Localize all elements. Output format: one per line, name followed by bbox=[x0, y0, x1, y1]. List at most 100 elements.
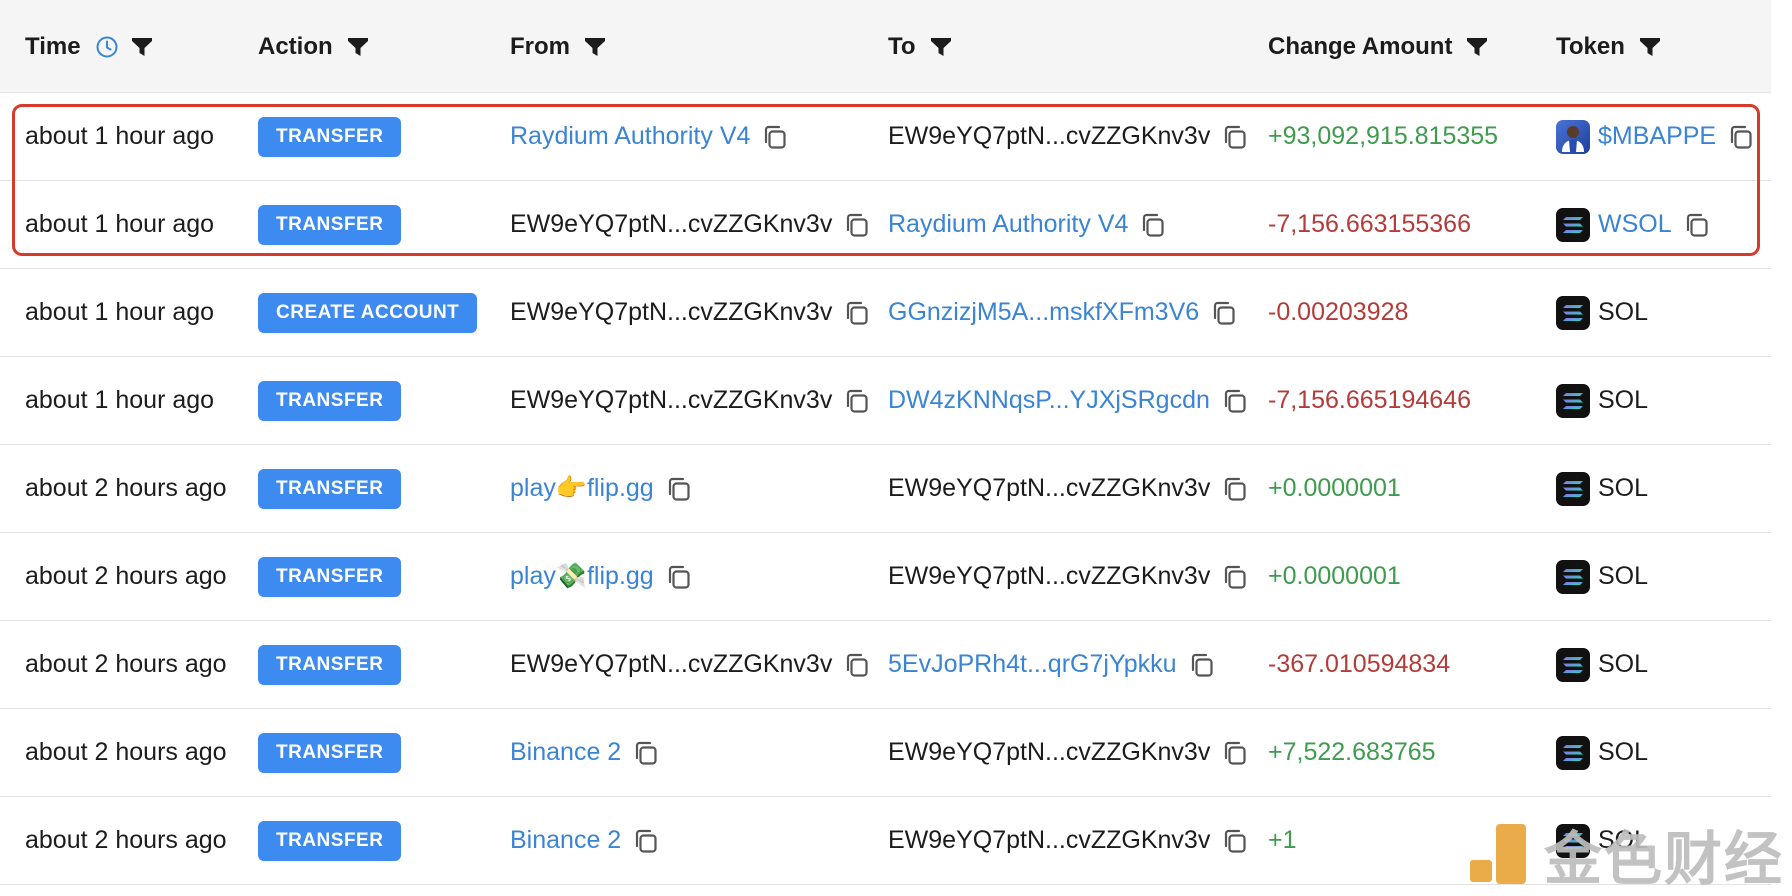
solana-icon bbox=[1556, 295, 1590, 330]
filter-icon[interactable] bbox=[1466, 36, 1488, 58]
from-cell: Binance 2 bbox=[510, 797, 659, 884]
copy-icon[interactable] bbox=[844, 300, 870, 326]
action-badge[interactable]: TRANSFER bbox=[258, 732, 402, 773]
amount-cell: +7,522.683765 bbox=[1268, 709, 1436, 796]
table-row: about 2 hours ago TRANSFER EW9eYQ7ptN...cv… bbox=[0, 621, 1771, 709]
header-time: Time bbox=[25, 32, 165, 62]
action-badge[interactable]: TRANSFER bbox=[258, 644, 402, 685]
amount-cell: -0.00203928 bbox=[1268, 269, 1408, 356]
filter-icon[interactable] bbox=[930, 36, 952, 58]
filter-icon[interactable] bbox=[131, 36, 153, 58]
table-row: about 2 hours ago TRANSFER Binance 2 EW9eYQ… bbox=[0, 709, 1771, 797]
header-time-label: Time bbox=[25, 33, 81, 60]
copy-icon[interactable] bbox=[633, 828, 659, 854]
copy-icon[interactable] bbox=[1222, 564, 1248, 590]
copy-icon[interactable] bbox=[1222, 828, 1248, 854]
copy-icon[interactable] bbox=[844, 388, 870, 414]
from-address[interactable]: play👉flip.gg bbox=[510, 474, 654, 503]
action-badge[interactable]: TRANSFER bbox=[258, 380, 402, 421]
copy-icon[interactable] bbox=[1222, 476, 1248, 502]
action-badge[interactable]: CREATE ACCOUNT bbox=[258, 292, 478, 333]
header-from-label: From bbox=[510, 33, 570, 60]
action-badge[interactable]: TRANSFER bbox=[258, 468, 402, 509]
to-address: EW9eYQ7ptN...cvZZGKnv3v bbox=[888, 562, 1211, 590]
time-text: about 2 hours ago bbox=[25, 562, 227, 590]
filter-icon[interactable] bbox=[1639, 36, 1661, 58]
time-text: about 2 hours ago bbox=[25, 474, 227, 502]
to-address[interactable]: DW4zKNNqsP...YJXjSRgcdn bbox=[888, 386, 1210, 415]
change-amount: -7,156.665194646 bbox=[1268, 386, 1471, 414]
action-badge[interactable]: TRANSFER bbox=[258, 556, 402, 597]
token-name: SOL bbox=[1598, 474, 1649, 502]
time-cell: about 2 hours ago bbox=[25, 533, 227, 620]
action-cell: CREATE ACCOUNT bbox=[258, 269, 478, 356]
token-cell: SOL bbox=[1556, 533, 1648, 620]
watermark-logo-icon bbox=[1470, 824, 1526, 884]
token-name: SOL bbox=[1598, 386, 1649, 414]
copy-icon[interactable] bbox=[633, 740, 659, 766]
from-cell: EW9eYQ7ptN...cvZZGKnv3v bbox=[510, 357, 870, 444]
token-cell: SOL bbox=[1556, 709, 1648, 796]
time-text: about 2 hours ago bbox=[25, 826, 227, 854]
header-to: To bbox=[888, 32, 964, 62]
to-cell: DW4zKNNqsP...YJXjSRgcdn bbox=[888, 357, 1248, 444]
header-from: From bbox=[510, 32, 618, 62]
amount-cell: +1 bbox=[1268, 797, 1297, 884]
time-text: about 2 hours ago bbox=[25, 738, 227, 766]
to-cell: EW9eYQ7ptN...cvZZGKnv3v bbox=[888, 797, 1248, 884]
table-row: about 2 hours ago TRANSFER play👉flip.gg EW9… bbox=[0, 445, 1771, 533]
copy-icon[interactable] bbox=[1222, 740, 1248, 766]
to-address[interactable]: GGnzizjM5A...mskfXFm3V6 bbox=[888, 298, 1199, 327]
from-address: EW9eYQ7ptN...cvZZGKnv3v bbox=[510, 298, 833, 326]
from-cell: Binance 2 bbox=[510, 709, 659, 796]
amount-cell: +0.0000001 bbox=[1268, 533, 1401, 620]
change-amount: -0.00203928 bbox=[1268, 298, 1409, 326]
header-token: Token bbox=[1556, 32, 1673, 62]
filter-icon[interactable] bbox=[584, 36, 606, 58]
to-cell: EW9eYQ7ptN...cvZZGKnv3v bbox=[888, 445, 1248, 532]
time-cell: about 2 hours ago bbox=[25, 621, 227, 708]
solana-icon bbox=[1556, 647, 1590, 682]
from-address[interactable]: Binance 2 bbox=[510, 826, 621, 855]
amount-cell: -367.010594834 bbox=[1268, 621, 1450, 708]
from-address[interactable]: play💸flip.gg bbox=[510, 562, 654, 591]
action-cell: TRANSFER bbox=[258, 533, 402, 620]
action-cell: TRANSFER bbox=[258, 709, 402, 796]
token-name: SOL bbox=[1598, 298, 1649, 326]
token-cell: SOL bbox=[1556, 445, 1648, 532]
copy-icon[interactable] bbox=[1211, 300, 1237, 326]
header-to-label: To bbox=[888, 33, 916, 60]
copy-icon[interactable] bbox=[666, 564, 692, 590]
solana-icon bbox=[1556, 559, 1590, 594]
from-cell: play👉flip.gg bbox=[510, 445, 692, 532]
action-cell: TRANSFER bbox=[258, 621, 402, 708]
token-cell: SOL bbox=[1556, 357, 1648, 444]
action-cell: TRANSFER bbox=[258, 797, 402, 884]
from-cell: EW9eYQ7ptN...cvZZGKnv3v bbox=[510, 621, 870, 708]
amount-cell: +0.0000001 bbox=[1268, 445, 1401, 532]
table-header: Time Action From To Change Amount Token bbox=[0, 0, 1771, 93]
to-address: EW9eYQ7ptN...cvZZGKnv3v bbox=[888, 826, 1211, 854]
solana-icon bbox=[1556, 735, 1590, 770]
time-text: about 1 hour ago bbox=[25, 386, 215, 414]
copy-icon[interactable] bbox=[844, 652, 870, 678]
filter-icon[interactable] bbox=[347, 36, 369, 58]
watermark-text: 金色财经 bbox=[1544, 827, 1785, 892]
to-cell: EW9eYQ7ptN...cvZZGKnv3v bbox=[888, 709, 1248, 796]
action-badge[interactable]: TRANSFER bbox=[258, 820, 402, 861]
copy-icon[interactable] bbox=[1222, 388, 1248, 414]
to-cell: GGnzizjM5A...mskfXFm3V6 bbox=[888, 269, 1237, 356]
token-cell: SOL bbox=[1556, 269, 1648, 356]
clock-icon[interactable] bbox=[95, 35, 119, 59]
copy-icon[interactable] bbox=[1189, 652, 1215, 678]
to-address[interactable]: 5EvJoPRh4t...qrG7jYpkku bbox=[888, 650, 1177, 679]
from-address[interactable]: Binance 2 bbox=[510, 738, 621, 767]
header-action: Action bbox=[258, 32, 381, 62]
copy-icon[interactable] bbox=[666, 476, 692, 502]
solana-icon bbox=[1556, 471, 1590, 506]
time-cell: about 2 hours ago bbox=[25, 709, 227, 796]
highlight-box bbox=[12, 104, 1760, 256]
to-cell: 5EvJoPRh4t...qrG7jYpkku bbox=[888, 621, 1215, 708]
to-address: EW9eYQ7ptN...cvZZGKnv3v bbox=[888, 474, 1211, 502]
action-cell: TRANSFER bbox=[258, 445, 402, 532]
